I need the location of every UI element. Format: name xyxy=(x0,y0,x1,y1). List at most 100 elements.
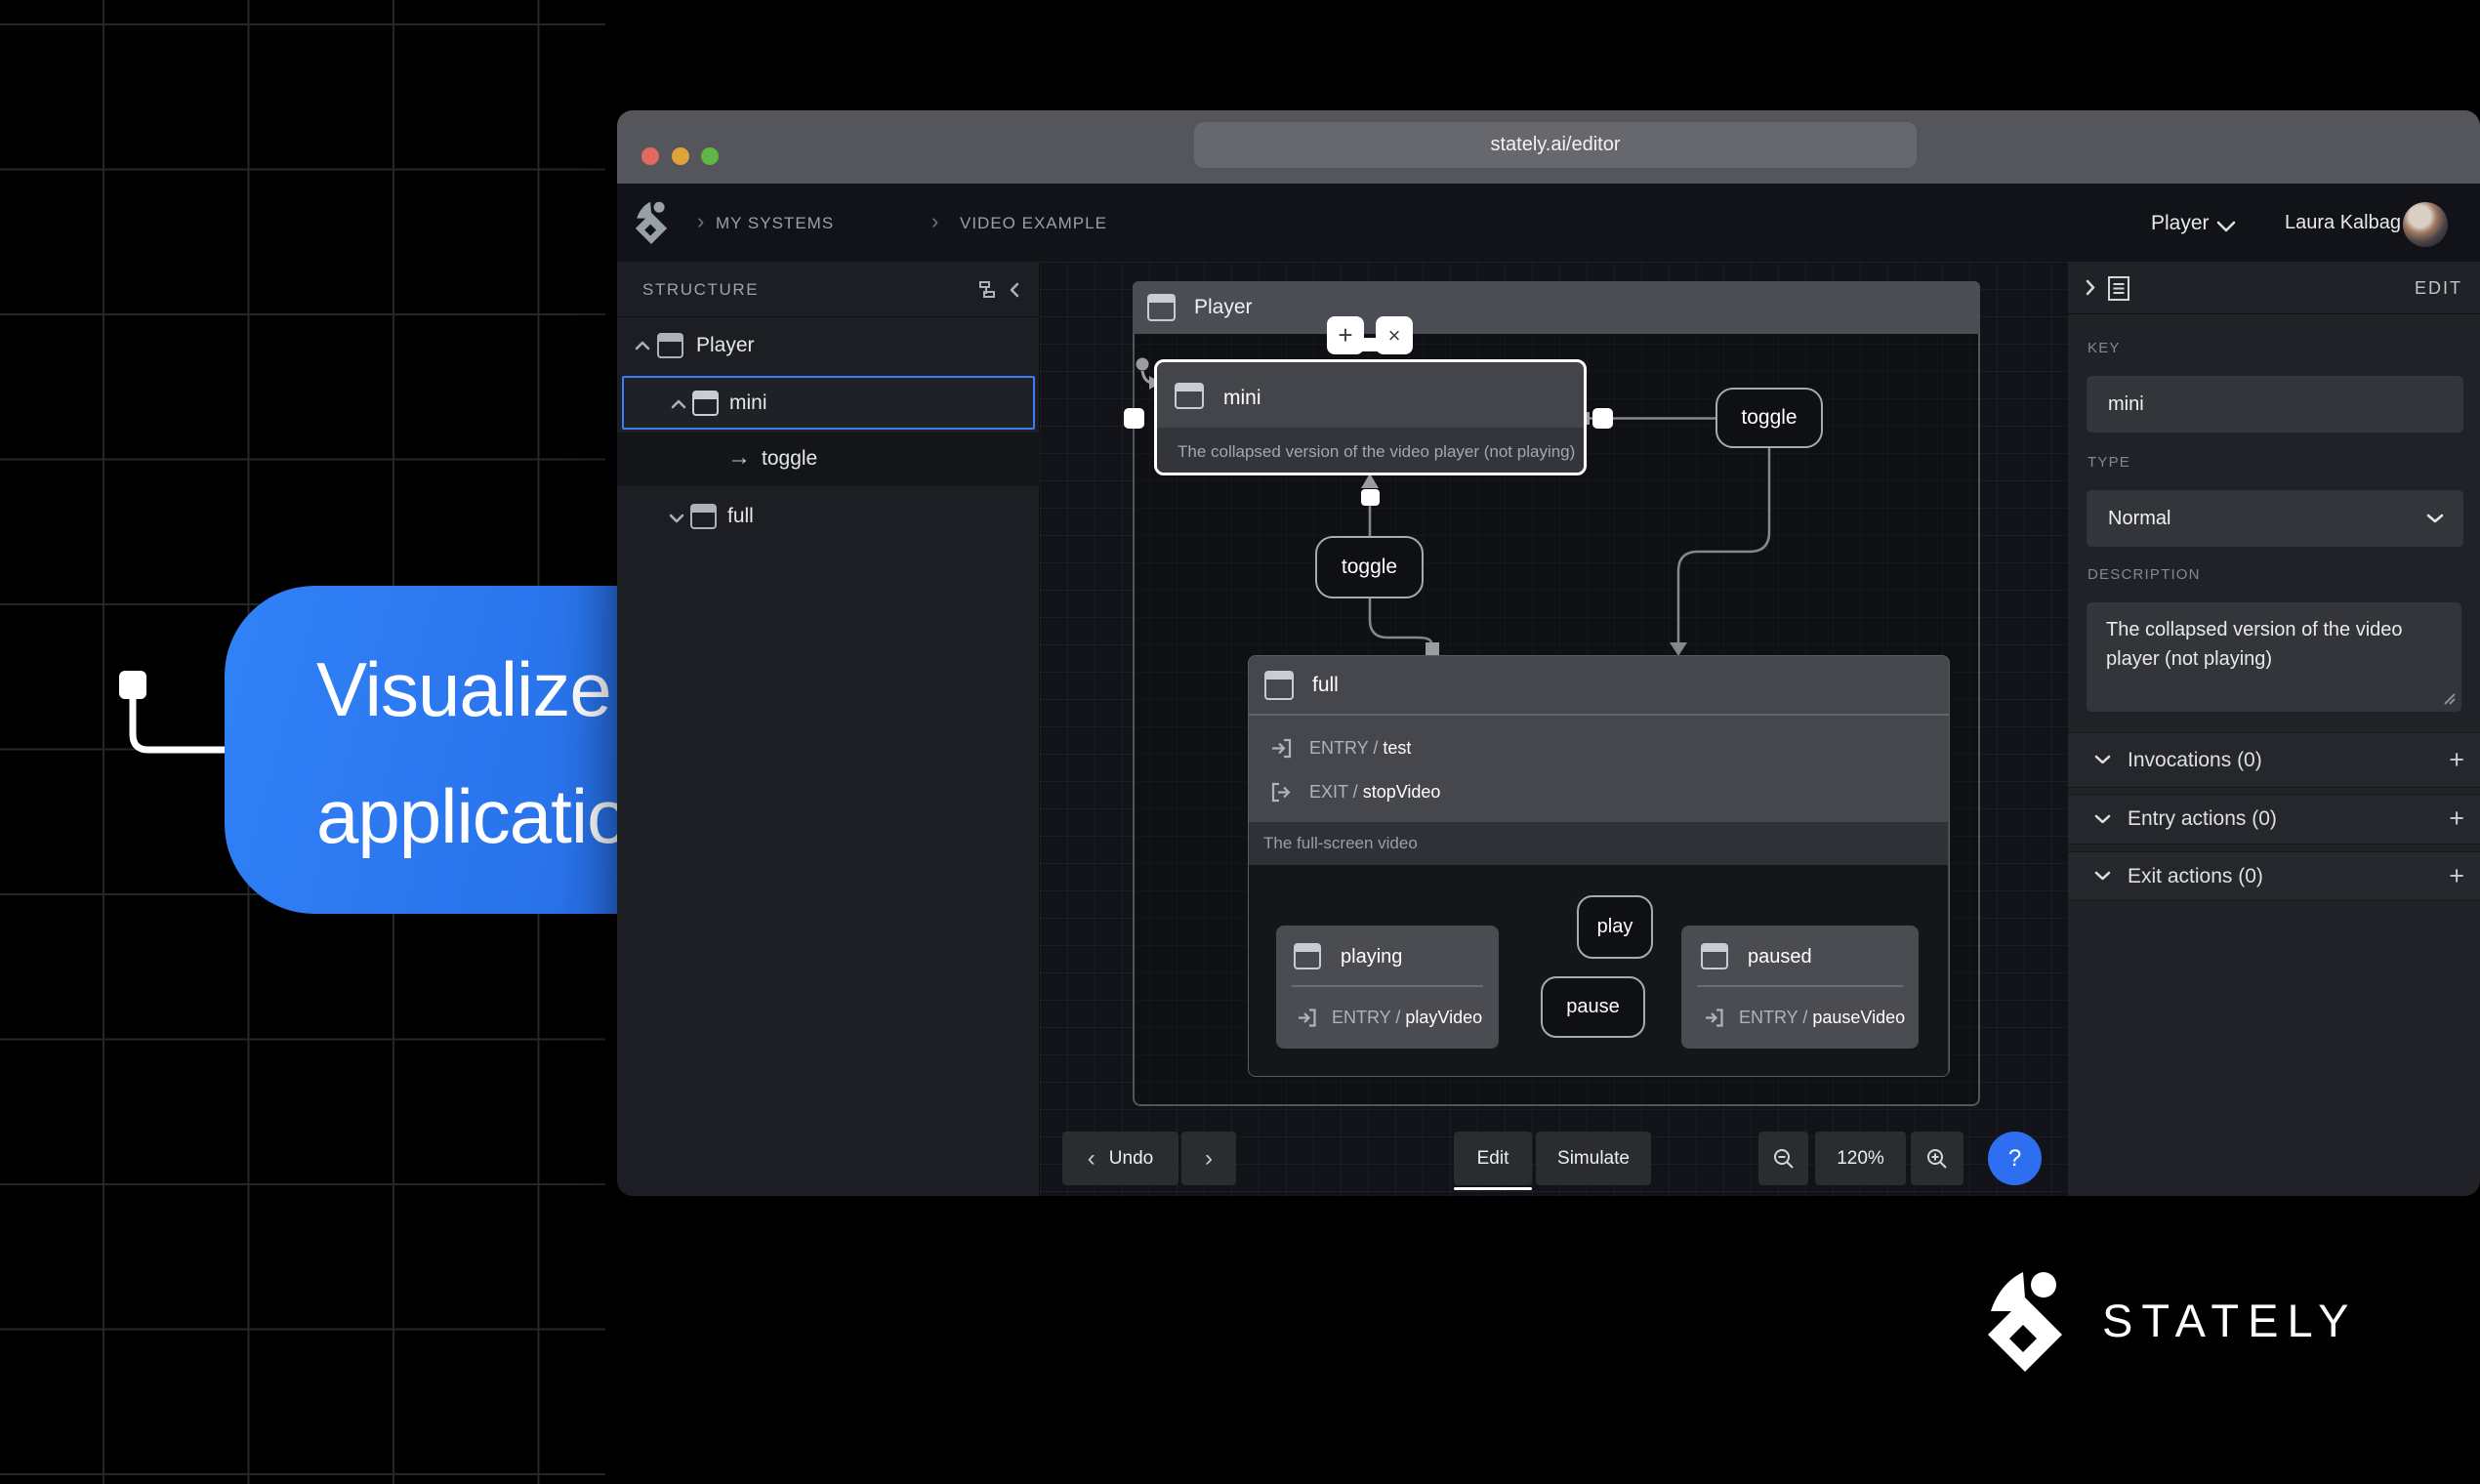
state-node-mini[interactable]: mini The collapsed version of the video … xyxy=(1154,359,1587,475)
add-invocation-button[interactable]: + xyxy=(2449,744,2464,774)
inspector-panel: EDIT KEY mini TYPE Normal DESCRIPTION Th… xyxy=(2068,262,2480,1196)
zoom-window-button[interactable] xyxy=(701,147,719,165)
chevron-down-icon xyxy=(2094,755,2111,765)
section-exit-actions[interactable]: Exit actions (0) + xyxy=(2068,851,2480,901)
entry-action-row[interactable]: ENTRY / test xyxy=(1270,737,1411,760)
transition-arrow-icon: → xyxy=(727,444,751,472)
event-node-pause[interactable]: pause xyxy=(1541,976,1645,1038)
section-label: Invocations (0) xyxy=(2128,749,2262,772)
stately-logo-icon xyxy=(1982,1268,2068,1372)
section-invocations[interactable]: Invocations (0) + xyxy=(2068,732,2480,788)
help-button[interactable]: ? xyxy=(1988,1132,2042,1185)
tree-label: toggle xyxy=(762,447,817,471)
state-node-playing[interactable]: playing ENTRY / playVideo xyxy=(1276,926,1499,1049)
zoom-out-button[interactable] xyxy=(1758,1132,1808,1185)
delete-state-button[interactable]: × xyxy=(1376,316,1413,354)
stately-wordmark: STATELY xyxy=(2102,1294,2358,1347)
url-bar[interactable]: stately.ai/editor xyxy=(1194,122,1917,168)
tree-view-icon[interactable] xyxy=(977,279,997,300)
caret-down-icon[interactable] xyxy=(669,514,684,523)
type-select[interactable]: Normal xyxy=(2087,490,2463,547)
collapse-panel-icon[interactable] xyxy=(1009,282,1020,298)
sidebar-item-player[interactable]: Player xyxy=(617,319,1040,373)
event-node-toggle-left[interactable]: toggle xyxy=(1315,536,1424,598)
chevron-down-icon[interactable] xyxy=(2216,221,2236,232)
breadcrumb-video-example[interactable]: VIDEO EXAMPLE xyxy=(960,214,1107,233)
caret-up-icon[interactable] xyxy=(671,399,686,409)
zoom-in-button[interactable] xyxy=(1911,1132,1963,1185)
state-label: paused xyxy=(1748,946,1812,969)
minimize-window-button[interactable] xyxy=(672,147,689,165)
section-label: Entry actions (0) xyxy=(2128,807,2277,831)
state-icon xyxy=(1175,383,1204,409)
entry-value: playVideo xyxy=(1405,1008,1482,1028)
machine-selector[interactable]: Player xyxy=(2151,212,2210,235)
undo-button[interactable]: ‹ Undo xyxy=(1062,1132,1178,1185)
add-child-state-button[interactable]: + xyxy=(1327,316,1364,354)
inspector-mode-label: EDIT xyxy=(2415,278,2462,299)
entry-icon xyxy=(1270,737,1293,760)
add-entry-action-button[interactable]: + xyxy=(2449,804,2464,834)
tree-label: full xyxy=(727,505,754,528)
chevron-left-icon: ‹ xyxy=(1088,1145,1095,1173)
editor-canvas[interactable]: Player xyxy=(1040,262,2068,1196)
active-tab-indicator xyxy=(1454,1187,1532,1190)
exit-label: EXIT / xyxy=(1309,782,1358,803)
zoom-level[interactable]: 120% xyxy=(1815,1132,1906,1185)
inspector-topbar: EDIT xyxy=(2068,262,2480,314)
exit-action-row[interactable]: EXIT / stopVideo xyxy=(1270,781,1440,804)
section-entry-actions[interactable]: Entry actions (0) + xyxy=(2068,794,2480,845)
event-label: pause xyxy=(1566,996,1620,1018)
tab-simulate[interactable]: Simulate xyxy=(1536,1132,1651,1185)
entry-action-row[interactable]: ENTRY / pauseVideo xyxy=(1704,1008,1905,1028)
breadcrumb-separator-icon: › xyxy=(931,209,938,234)
close-window-button[interactable] xyxy=(641,147,659,165)
help-label: ? xyxy=(2008,1145,2021,1173)
entry-label: ENTRY / xyxy=(1739,1008,1807,1028)
breadcrumb-my-systems[interactable]: MY SYSTEMS xyxy=(716,214,834,233)
expand-panel-icon[interactable] xyxy=(2085,279,2096,296)
state-icon xyxy=(692,391,719,416)
type-value: Normal xyxy=(2108,508,2170,530)
state-label: playing xyxy=(1341,946,1402,969)
entry-action-row[interactable]: ENTRY / playVideo xyxy=(1297,1008,1482,1028)
structure-header: STRUCTURE xyxy=(617,262,1040,317)
key-label: KEY xyxy=(2087,340,2121,356)
key-input[interactable]: mini xyxy=(2087,376,2463,433)
event-node-toggle-right[interactable]: toggle xyxy=(1715,388,1823,448)
chevron-down-icon xyxy=(2094,871,2111,882)
stage: Visualize your application logic STATELY… xyxy=(0,0,2480,1484)
tree-label: Player xyxy=(696,334,755,357)
divider xyxy=(1697,985,1903,987)
tab-edit[interactable]: Edit xyxy=(1454,1132,1532,1185)
sidebar-item-mini[interactable]: mini xyxy=(622,376,1035,430)
sidebar-item-full[interactable]: full xyxy=(617,490,1040,544)
zoom-level-label: 120% xyxy=(1837,1148,1884,1170)
plus-icon: + xyxy=(1338,320,1352,350)
add-exit-action-button[interactable]: + xyxy=(2449,860,2464,890)
state-description: The collapsed version of the video playe… xyxy=(1157,428,1587,475)
avatar[interactable] xyxy=(2403,202,2448,247)
caret-up-icon[interactable] xyxy=(635,341,650,350)
document-icon[interactable] xyxy=(2107,275,2130,302)
event-label: toggle xyxy=(1741,406,1797,430)
entry-label: ENTRY / xyxy=(1309,738,1378,759)
user-name[interactable]: Laura Kalbag xyxy=(2285,212,2401,234)
entry-value: pauseVideo xyxy=(1812,1008,1905,1028)
state-icon xyxy=(1701,943,1728,969)
description-textarea[interactable]: The collapsed version of the video playe… xyxy=(2087,602,2461,712)
key-value: mini xyxy=(2108,393,2144,416)
resize-handle-icon[interactable] xyxy=(2442,691,2458,707)
edit-label: Edit xyxy=(1477,1148,1509,1170)
stately-app-logo-icon xyxy=(633,200,670,244)
redo-button[interactable]: › xyxy=(1181,1132,1236,1185)
state-node-paused[interactable]: paused ENTRY / pauseVideo xyxy=(1681,926,1919,1049)
close-icon: × xyxy=(1388,323,1401,349)
node-toolbar: + × xyxy=(1327,316,1428,354)
chevron-down-icon xyxy=(2094,814,2111,825)
entry-label: ENTRY / xyxy=(1332,1008,1400,1028)
description-label: DESCRIPTION xyxy=(2087,566,2201,583)
structure-title: STRUCTURE xyxy=(642,280,759,300)
sidebar-item-toggle[interactable]: → toggle xyxy=(617,433,1040,486)
event-node-play[interactable]: play xyxy=(1577,895,1653,959)
